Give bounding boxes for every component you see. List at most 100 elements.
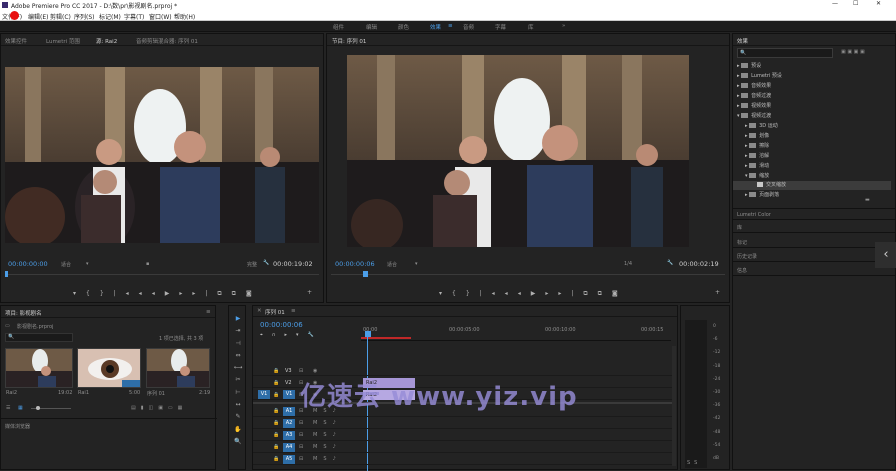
workspace-menu-icon[interactable]: ≡ [448, 23, 453, 29]
project-clip-thumb-1[interactable] [5, 348, 73, 388]
hand-tool-icon[interactable]: ✋ [233, 424, 243, 436]
zoom-tool-icon[interactable]: 🔍 [233, 436, 243, 448]
collapse-arrow-icon[interactable]: ‹ [875, 242, 896, 268]
source-patch-v1[interactable]: V1 [258, 390, 270, 399]
project-clip-thumb-2[interactable] [77, 348, 141, 388]
pen-tool-icon[interactable]: ✎ [233, 411, 243, 423]
effects-search-input[interactable]: 🔍 [737, 48, 833, 58]
effects-folder-video-effects[interactable]: ▸ 视频效果 [737, 102, 771, 111]
lock-icon[interactable]: 🔒 [273, 380, 279, 386]
effects-folder-slide[interactable]: ▸ 滑动 [745, 162, 769, 171]
sync-icon[interactable]: ⊟ [299, 420, 303, 426]
lock-icon[interactable]: 🔒 [273, 368, 279, 374]
sync-icon[interactable]: ⊟ [299, 368, 303, 374]
project-search-input[interactable]: 🔍 [5, 333, 73, 342]
effects-item-cross-zoom[interactable]: 交叉缩放 [733, 181, 891, 190]
track-select-tool-icon[interactable]: ⇥ [233, 325, 243, 337]
project-bottom-tools[interactable]: ▤▮◫▣▭▦ [131, 405, 187, 411]
tool-icons[interactable]: ▶ ⇥ ⊣ ⇔ ⟷ ✂ ⊢ ↔ ✎ ✋ 🔍 [233, 313, 243, 448]
lock-icon[interactable]: 🔒 [273, 432, 279, 438]
meter-solo-buttons[interactable]: SS [687, 460, 701, 466]
effects-folder-lumetri-presets[interactable]: ▸ Lumetri 预设 [737, 72, 782, 81]
workspace-effects[interactable]: 效果 [430, 23, 441, 31]
lock-icon[interactable]: 🔒 [273, 408, 279, 414]
track-target-a5[interactable]: A5 [283, 455, 295, 464]
track-target-v1[interactable]: V1 [283, 390, 295, 399]
markers-section[interactable]: 标记 [733, 236, 896, 248]
slider-handle[interactable] [36, 406, 40, 410]
workspace-libraries[interactable]: 库 [528, 23, 534, 31]
timeline-menu-icon[interactable]: ≡ [291, 308, 296, 314]
workspace-assembly[interactable]: 组件 [333, 23, 344, 31]
lock-icon[interactable]: 🔒 [273, 420, 279, 426]
source-fit-select[interactable]: 适合 [61, 261, 71, 268]
timeline-ruler[interactable]: 00:00 00:00:05:00 00:00:10:00 00:00:15 [361, 319, 671, 341]
sync-icon[interactable]: ⊟ [299, 432, 303, 438]
icon-view-icon[interactable]: ▦ [18, 405, 23, 411]
minimize-icon[interactable]: — [832, 0, 838, 7]
maximize-icon[interactable]: ☐ [853, 0, 858, 7]
menu-marker[interactable]: 标记(M) [99, 12, 121, 21]
workspace-titles[interactable]: 字幕 [495, 23, 506, 31]
program-fit-select[interactable]: 适合 [387, 261, 397, 268]
workspace-color[interactable]: 颜色 [398, 23, 409, 31]
tab-effects[interactable]: 效果 [737, 37, 748, 45]
timeline-timecode[interactable]: 00:00:00:06 [260, 321, 303, 329]
source-video-frame[interactable] [5, 67, 319, 243]
source-playhead[interactable] [5, 271, 8, 277]
lock-icon[interactable]: 🔒 [273, 444, 279, 450]
source-add-button-icon[interactable]: + [307, 289, 312, 296]
menu-sequence[interactable]: 序列(S) [74, 12, 95, 21]
tab-lumetri-scopes[interactable]: Lumetri 范围 [46, 37, 80, 45]
source-resolution-select[interactable]: 完整 [247, 261, 257, 268]
workspace-overflow[interactable]: » [562, 23, 565, 29]
media-browser-tab[interactable]: 媒体浏览器 [5, 423, 30, 430]
rate-stretch-tool-icon[interactable]: ⟷ [233, 362, 243, 374]
tab-audio-clip-mixer[interactable]: 音频剪辑混合器: 序列 01 [136, 37, 198, 45]
timeline-close-icon[interactable]: ✕ [257, 308, 262, 314]
program-wrench-icon[interactable]: 🔧 [667, 260, 673, 266]
tab-program[interactable]: 节目: 序列 01 [332, 37, 366, 45]
effects-trash-icon[interactable]: ▬ [865, 197, 870, 203]
mute-solo-mic-icons[interactable]: MS♪ [313, 444, 342, 450]
tab-project[interactable]: 项目: 影视剧名 [5, 309, 42, 317]
effects-folder-zoom[interactable]: ▾ 缩放 [745, 172, 769, 181]
effects-folder-page-peel[interactable]: ▸ 页面剥落 [745, 191, 779, 200]
track-target-a3[interactable]: A3 [283, 431, 295, 440]
program-add-button-icon[interactable]: + [715, 289, 720, 296]
timeline-vertical-scrollbar[interactable] [672, 346, 676, 466]
track-target-a2[interactable]: A2 [283, 419, 295, 428]
tab-sequence[interactable]: 序列 01 [265, 308, 285, 316]
list-view-icon[interactable]: ☰ [6, 405, 10, 411]
slide-tool-icon[interactable]: ↔ [233, 399, 243, 411]
program-resolution-select[interactable]: 1/4 [624, 261, 632, 267]
program-scrubber[interactable] [331, 274, 725, 275]
lock-icon[interactable]: 🔒 [273, 456, 279, 462]
mute-solo-mic-icons[interactable]: MS♪ [313, 420, 342, 426]
program-timecode-in[interactable]: 00:00:00:06 [335, 260, 375, 268]
sync-icon[interactable]: ⊟ [299, 444, 303, 450]
history-section[interactable]: 历史记录 [733, 250, 896, 262]
source-scrubber[interactable] [5, 274, 319, 275]
project-panel-menu-icon[interactable]: ≡ [206, 309, 211, 315]
program-video-frame[interactable] [347, 55, 689, 247]
work-area-bar[interactable] [361, 337, 411, 339]
menu-edit[interactable]: 编辑(E) [28, 12, 48, 21]
program-playhead[interactable] [363, 271, 368, 277]
libraries-section[interactable]: 库 [733, 221, 896, 233]
selection-tool-icon[interactable]: ▶ [233, 313, 243, 325]
workspace-editing[interactable]: 编辑 [366, 23, 377, 31]
workspace-audio[interactable]: 音频 [463, 23, 474, 31]
razor-tool-icon[interactable]: ✂ [233, 374, 243, 386]
ripple-edit-tool-icon[interactable]: ⊣ [233, 338, 243, 350]
menu-title[interactable]: 字幕(T) [124, 12, 144, 21]
source-insert-icon[interactable]: ▪ [146, 261, 149, 267]
program-fit-chevron-icon[interactable]: ▾ [415, 261, 418, 267]
lock-icon[interactable]: 🔒 [273, 392, 279, 398]
sync-icon[interactable]: ⊟ [299, 456, 303, 462]
menu-help[interactable]: 帮助(H) [174, 12, 195, 21]
mute-solo-mic-icons[interactable]: MS♪ [313, 456, 342, 462]
menu-clip[interactable]: 剪辑(C) [50, 12, 71, 21]
effects-folder-audio-effects[interactable]: ▸ 音频效果 [737, 82, 771, 91]
menu-window[interactable]: 窗口(W) [149, 12, 172, 21]
